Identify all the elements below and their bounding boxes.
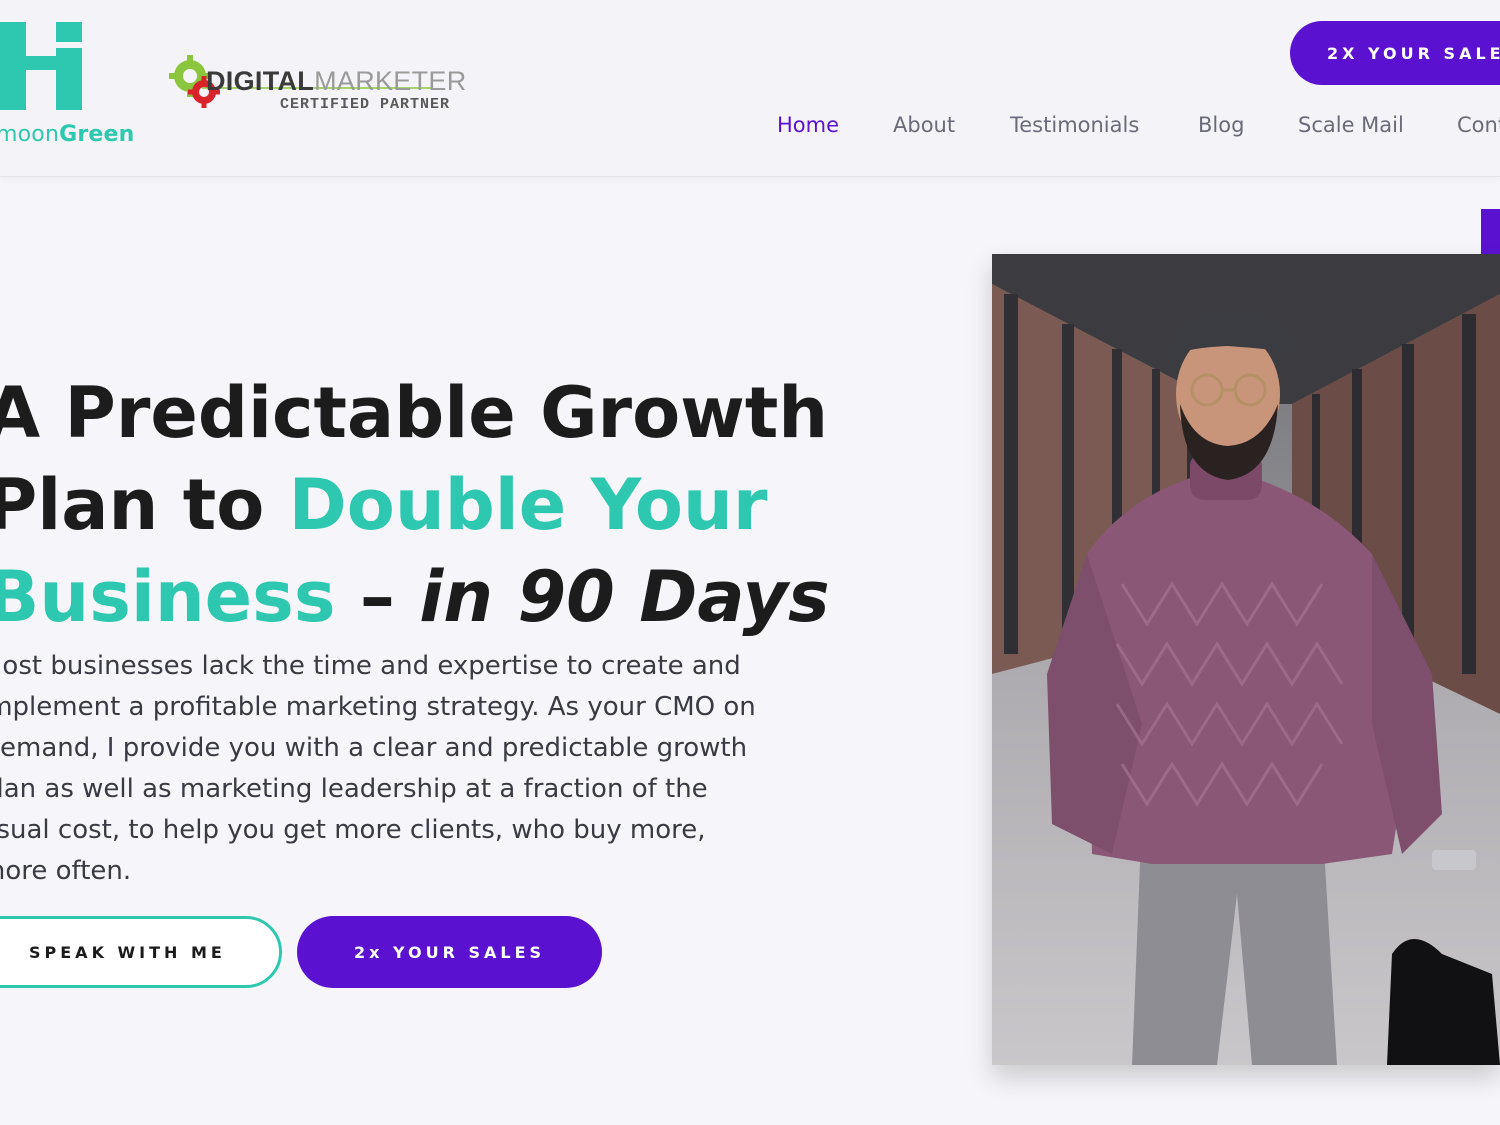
main-nav: Home About Testimonials Blog Scale Mail … xyxy=(0,113,1500,145)
headline-line-3: Business – in 90 Days xyxy=(0,551,830,643)
partner-wordmark: DIGITALMARKETER xyxy=(206,66,467,97)
nav-scale-mail[interactable]: Scale Mail xyxy=(1298,113,1404,137)
headline-business: Business xyxy=(0,555,336,638)
headline-double: Double xyxy=(288,463,567,546)
double-sales-button[interactable]: 2x YOUR SALES xyxy=(297,916,602,988)
speak-with-me-button[interactable]: SPEAK WITH ME xyxy=(0,916,282,988)
hero-headline: A Predictable Growth Plan to Double Your… xyxy=(0,367,830,643)
partner-word-light: MARKETER xyxy=(314,66,467,96)
nav-testimonials[interactable]: Testimonials xyxy=(1010,113,1139,137)
headline-line-1: A Predictable Growth xyxy=(0,371,829,454)
site-header: moonGreen DIGITALMARKETER CERTIFIED PART… xyxy=(0,0,1500,177)
partner-subtitle: CERTIFIED PARTNER xyxy=(280,96,451,113)
header-cta-button[interactable]: 2X YOUR SALES xyxy=(1290,21,1500,85)
nav-home[interactable]: Home xyxy=(777,113,839,137)
partner-word-bold: DIGITAL xyxy=(206,66,315,96)
headline-dash: – xyxy=(335,555,420,638)
headline-line-2-a: Plan to xyxy=(0,463,289,546)
hero-description: Most businesses lack the time and expert… xyxy=(0,651,756,886)
brand-logo-icon[interactable] xyxy=(0,0,90,120)
hero-portrait-photo xyxy=(992,254,1500,1065)
headline-line-2: Plan to Double Your xyxy=(0,459,776,551)
nav-blog[interactable]: Blog xyxy=(1198,113,1244,137)
page: moonGreen DIGITALMARKETER CERTIFIED PART… xyxy=(0,0,1500,1125)
nav-about[interactable]: About xyxy=(893,113,955,137)
headline-90-days: in 90 Days xyxy=(419,555,830,638)
headline-your: Your xyxy=(566,463,768,546)
nav-contact[interactable]: Contact xyxy=(1457,113,1500,137)
portrait-illustration-icon xyxy=(992,254,1500,1065)
